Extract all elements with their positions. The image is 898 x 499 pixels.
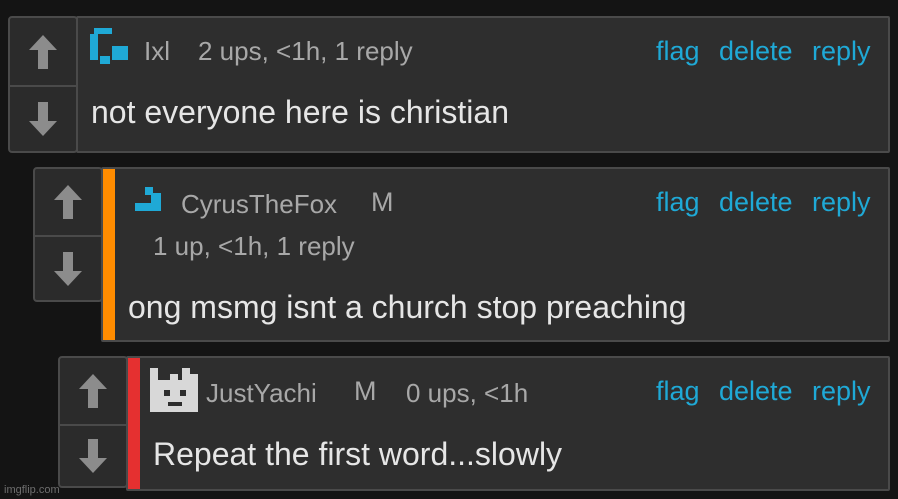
comment-text: Repeat the first word...slowly (153, 436, 563, 472)
comment-body: CyrusTheFox M flag delete reply 1 up, <1… (101, 167, 890, 342)
upvote-button[interactable] (10, 18, 76, 85)
thread-accent-bar (128, 358, 140, 489)
reply-link[interactable]: reply (812, 36, 871, 67)
delete-link[interactable]: delete (719, 36, 793, 67)
comment-body: Ixl 2 ups, <1h, 1 reply flag delete repl… (76, 16, 890, 153)
pixel-avatar-blue-icon (135, 187, 161, 211)
pixel-avatar-blue-icon (90, 28, 128, 64)
flag-link[interactable]: flag (656, 376, 700, 407)
delete-link[interactable]: delete (719, 187, 793, 218)
vote-column (8, 16, 78, 153)
comment-1: Ixl 2 ups, <1h, 1 reply flag delete repl… (0, 0, 898, 160)
vote-column (33, 167, 103, 302)
downvote-arrow-icon (29, 102, 57, 136)
downvote-button[interactable] (60, 424, 126, 486)
mod-badge: M (371, 187, 394, 217)
upvote-arrow-icon (29, 34, 57, 69)
username[interactable]: JustYachi (206, 378, 317, 409)
downvote-arrow-icon (54, 251, 82, 286)
pixel-avatar-grey-icon (150, 368, 198, 412)
comment-2: CyrusTheFox M flag delete reply 1 up, <1… (0, 160, 898, 350)
upvote-arrow-icon (54, 185, 82, 219)
delete-link[interactable]: delete (719, 376, 793, 407)
comment-text: not everyone here is christian (91, 94, 509, 130)
comment-meta: 1 up, <1h, 1 reply (153, 231, 355, 261)
vote-column (58, 356, 128, 488)
downvote-arrow-icon (79, 439, 107, 473)
downvote-button[interactable] (10, 85, 76, 151)
comment-body: JustYachi M 0 ups, <1h flag delete reply… (126, 356, 890, 491)
upvote-arrow-icon (79, 374, 107, 408)
downvote-button[interactable] (35, 235, 101, 300)
comment-text: ong msmg isnt a church stop preaching (128, 289, 687, 325)
flag-link[interactable]: flag (656, 187, 700, 218)
watermark: imgflip.com (4, 484, 60, 496)
upvote-button[interactable] (60, 358, 126, 424)
comment-meta: 0 ups, <1h (406, 378, 529, 408)
reply-link[interactable]: reply (812, 187, 871, 218)
username[interactable]: CyrusTheFox (181, 189, 337, 220)
username[interactable]: Ixl (144, 36, 170, 67)
reply-link[interactable]: reply (812, 376, 871, 407)
comment-3: JustYachi M 0 ups, <1h flag delete reply… (0, 350, 898, 499)
comment-meta: 2 ups, <1h, 1 reply (198, 36, 413, 66)
flag-link[interactable]: flag (656, 36, 700, 67)
mod-badge: M (354, 376, 377, 406)
thread-accent-bar (103, 169, 115, 340)
upvote-button[interactable] (35, 169, 101, 235)
